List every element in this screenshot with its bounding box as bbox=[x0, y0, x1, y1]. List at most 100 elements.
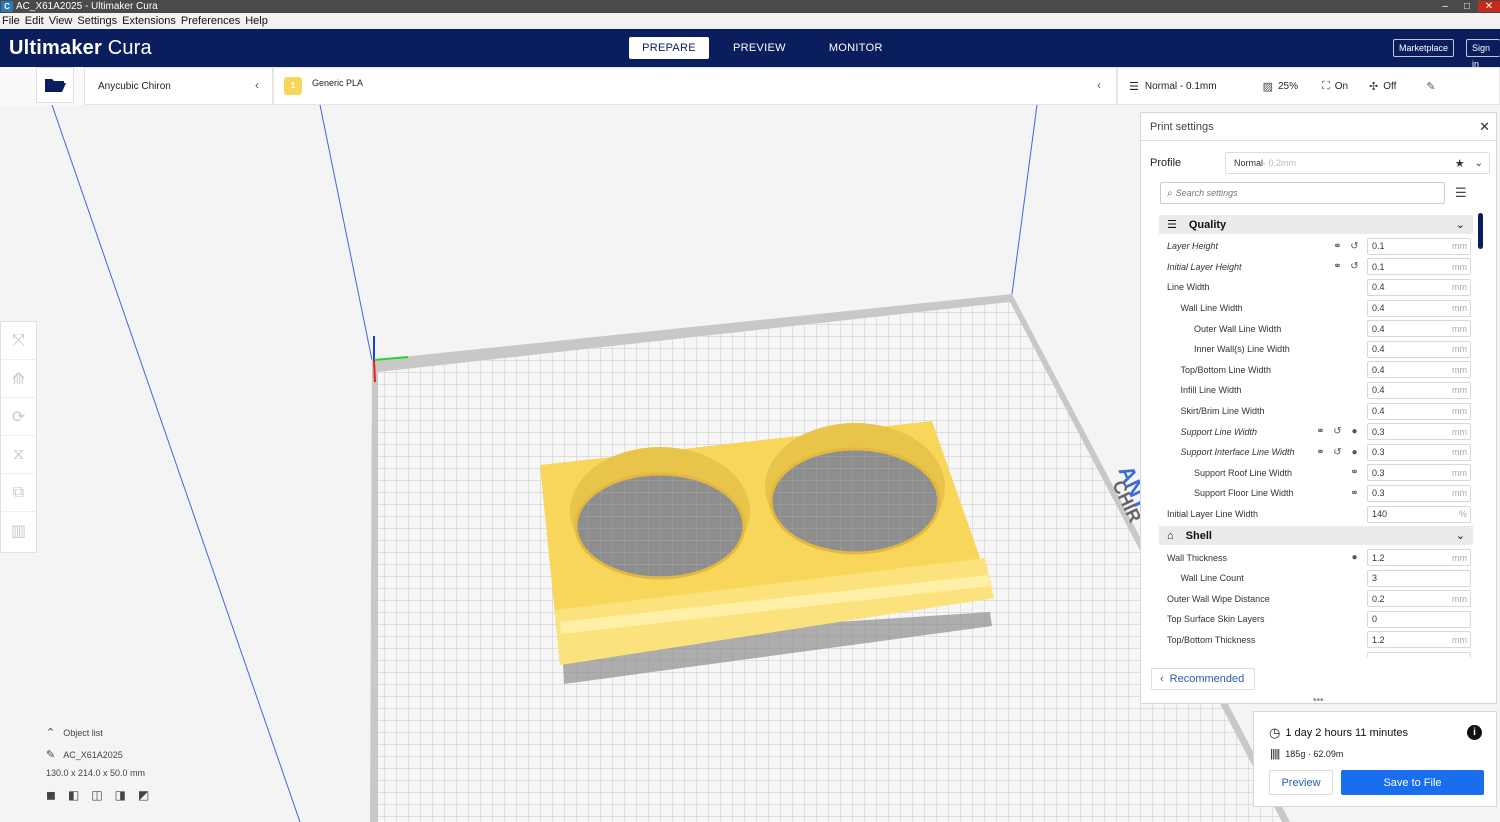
settings-scrollbar[interactable] bbox=[1478, 213, 1483, 249]
info-icon[interactable]: ● bbox=[1346, 447, 1363, 458]
scale-tool-button[interactable]: ⟰ bbox=[1, 360, 36, 398]
window-title: AC_X61A2025 - Ultimaker Cura bbox=[16, 1, 158, 12]
front-view-icon[interactable]: ◧ bbox=[68, 788, 79, 802]
setting-value-field[interactable]: 0.4 mm bbox=[1367, 381, 1471, 399]
view-buttons: ◼ ◧ ◫ ◨ ◩ bbox=[46, 788, 149, 802]
left-view-icon[interactable]: ◨ bbox=[115, 788, 126, 802]
setting-icons: ⚭ ↺ bbox=[1329, 261, 1363, 272]
object-name-row[interactable]: ✎ AC_X61A2025 bbox=[46, 748, 149, 761]
move-tool-button[interactable]: ⤧ bbox=[1, 322, 36, 360]
adhesion-value: Off bbox=[1383, 80, 1397, 92]
setting-value-field[interactable]: 0.3 mm bbox=[1367, 464, 1471, 482]
top-view-icon[interactable]: ◫ bbox=[91, 788, 102, 802]
reset-icon[interactable]: ↺ bbox=[1329, 426, 1346, 437]
settings-visibility-menu-icon[interactable]: ☰ bbox=[1455, 185, 1467, 201]
support-blocker-button[interactable]: ▥ bbox=[1, 512, 36, 550]
x-axis bbox=[373, 359, 376, 383]
setting-row: Outer Wall Line Width 0.4 mm bbox=[1159, 318, 1473, 339]
rotate-tool-button[interactable]: ⟳ bbox=[1, 398, 36, 436]
print-setup-selector[interactable]: ☰ Normal - 0.1mm ▨ 25% ⛶ On ✣ Off ✎ bbox=[1117, 67, 1500, 105]
setting-unit: mm bbox=[1452, 406, 1467, 417]
link-icon[interactable]: ⚭ bbox=[1346, 488, 1363, 499]
link-icon[interactable]: ⚭ bbox=[1312, 426, 1329, 437]
setting-value-field[interactable]: 0.4 mm bbox=[1367, 320, 1471, 338]
setting-value-field[interactable]: 0.1 mm bbox=[1367, 258, 1471, 276]
settings-search[interactable]: ⌕ bbox=[1160, 182, 1445, 204]
resize-handle-icon[interactable]: ••• bbox=[1313, 695, 1324, 706]
setting-value-field[interactable]: 3 bbox=[1367, 569, 1471, 587]
reset-icon[interactable]: ↺ bbox=[1346, 261, 1363, 272]
setting-value-field[interactable]: 0.4 mm bbox=[1367, 299, 1471, 317]
setting-row: Support Roof Line Width ⚭ 0.3 mm bbox=[1159, 463, 1473, 484]
menu-file[interactable]: File bbox=[0, 15, 23, 27]
search-input[interactable] bbox=[1175, 188, 1426, 198]
mirror-tool-button[interactable]: ⧖ bbox=[1, 436, 36, 474]
per-model-icon: ⧉ bbox=[12, 483, 25, 501]
setting-value-field[interactable]: 140% bbox=[1367, 505, 1471, 523]
panel-header: Print settings ✕ bbox=[1141, 113, 1496, 141]
star-icon[interactable]: ★ bbox=[1455, 157, 1465, 170]
close-icon[interactable]: ✕ bbox=[1479, 119, 1490, 135]
edit-pencil-icon: ✎ bbox=[1426, 80, 1436, 93]
link-icon[interactable]: ⚭ bbox=[1329, 241, 1346, 252]
setting-value-field[interactable]: 0.3 mm bbox=[1367, 443, 1471, 461]
menu-extensions[interactable]: Extensions bbox=[120, 15, 179, 27]
recommended-button[interactable]: ‹ Recommended bbox=[1151, 668, 1255, 690]
info-icon[interactable]: ● bbox=[1346, 426, 1363, 437]
open-file-button[interactable] bbox=[36, 67, 74, 103]
object-list-toggle[interactable]: ⌃ Object list bbox=[46, 726, 149, 739]
setting-value-field[interactable]: 0.4 mm bbox=[1367, 278, 1471, 296]
profile-dropdown[interactable]: Normal - 0.2mm ★ ⌄ bbox=[1225, 152, 1490, 174]
setting-value-field[interactable]: 1.2 mm bbox=[1367, 631, 1471, 649]
printer-selector[interactable]: Anycubic Chiron ‹ bbox=[84, 67, 273, 105]
tab-prepare[interactable]: PREPARE bbox=[629, 37, 709, 59]
category-quality[interactable]: ☰ Quality ⌄ bbox=[1159, 215, 1473, 234]
per-model-settings-button[interactable]: ⧉ bbox=[1, 474, 36, 512]
cura-app-icon: C bbox=[1, 1, 13, 12]
link-icon[interactable]: ⚭ bbox=[1329, 261, 1346, 272]
link-icon[interactable]: ⚭ bbox=[1312, 447, 1329, 458]
setting-value-field[interactable]: 0.3 mm bbox=[1367, 423, 1471, 441]
info-icon[interactable]: i bbox=[1467, 725, 1482, 740]
reset-icon[interactable]: ↺ bbox=[1346, 241, 1363, 252]
material-selector[interactable]: 1 Generic PLA ‹ bbox=[273, 67, 1117, 105]
setting-value: 0.2 bbox=[1372, 593, 1385, 604]
setting-value-field[interactable]: 1.2 mm bbox=[1367, 549, 1471, 567]
setting-value-field[interactable]: 0.3 mm bbox=[1367, 484, 1471, 502]
minimize-button[interactable]: – bbox=[1434, 1, 1456, 12]
profile-name: Normal - 0.1mm bbox=[1144, 80, 1217, 92]
setting-value-field[interactable]: 0.4 mm bbox=[1367, 402, 1471, 420]
setting-row: Skirt/Brim Line Width 0.4 mm bbox=[1159, 401, 1473, 422]
save-to-file-button[interactable]: Save to File bbox=[1341, 770, 1484, 795]
menu-settings[interactable]: Settings bbox=[75, 15, 120, 27]
panel-title: Print settings bbox=[1150, 120, 1214, 133]
menu-view[interactable]: View bbox=[47, 15, 76, 27]
setting-row: Wall Line Width 0.4 mm bbox=[1159, 298, 1473, 319]
reset-icon[interactable]: ↺ bbox=[1329, 447, 1346, 458]
setting-value-field[interactable]: 1.2 mm bbox=[1367, 652, 1471, 657]
info-icon[interactable]: ● bbox=[1346, 552, 1363, 563]
setting-value-field[interactable]: 0.2 mm bbox=[1367, 590, 1471, 608]
category-shell[interactable]: ⌂ Shell ⌄ bbox=[1159, 526, 1473, 546]
marketplace-button[interactable]: Marketplace bbox=[1393, 39, 1455, 57]
setting-unit: mm bbox=[1452, 467, 1467, 478]
setting-value-field[interactable]: 0.4 mm bbox=[1367, 340, 1471, 358]
3d-view-icon[interactable]: ◼ bbox=[46, 788, 56, 802]
setting-unit: mm bbox=[1452, 656, 1467, 657]
app-header: Ultimaker Cura PREPARE PREVIEW MONITOR M… bbox=[0, 29, 1500, 69]
tab-monitor[interactable]: MONITOR bbox=[810, 37, 902, 59]
setting-value-field[interactable]: 0.1 mm bbox=[1367, 237, 1471, 255]
link-icon[interactable]: ⚭ bbox=[1346, 467, 1363, 478]
tab-preview[interactable]: PREVIEW bbox=[709, 37, 810, 59]
setting-value: 0.4 bbox=[1372, 406, 1385, 417]
close-window-button[interactable]: ✕ bbox=[1478, 1, 1500, 12]
maximize-button[interactable]: □ bbox=[1456, 1, 1478, 12]
sign-in-button[interactable]: Sign in bbox=[1466, 39, 1500, 69]
setting-value-field[interactable]: 0.4 mm bbox=[1367, 361, 1471, 379]
right-view-icon[interactable]: ◩ bbox=[138, 788, 149, 802]
menu-edit[interactable]: Edit bbox=[23, 15, 47, 27]
menu-preferences[interactable]: Preferences bbox=[179, 15, 243, 27]
menu-help[interactable]: Help bbox=[243, 15, 271, 27]
preview-button[interactable]: Preview bbox=[1269, 770, 1333, 795]
setting-value-field[interactable]: 0 bbox=[1367, 610, 1471, 628]
